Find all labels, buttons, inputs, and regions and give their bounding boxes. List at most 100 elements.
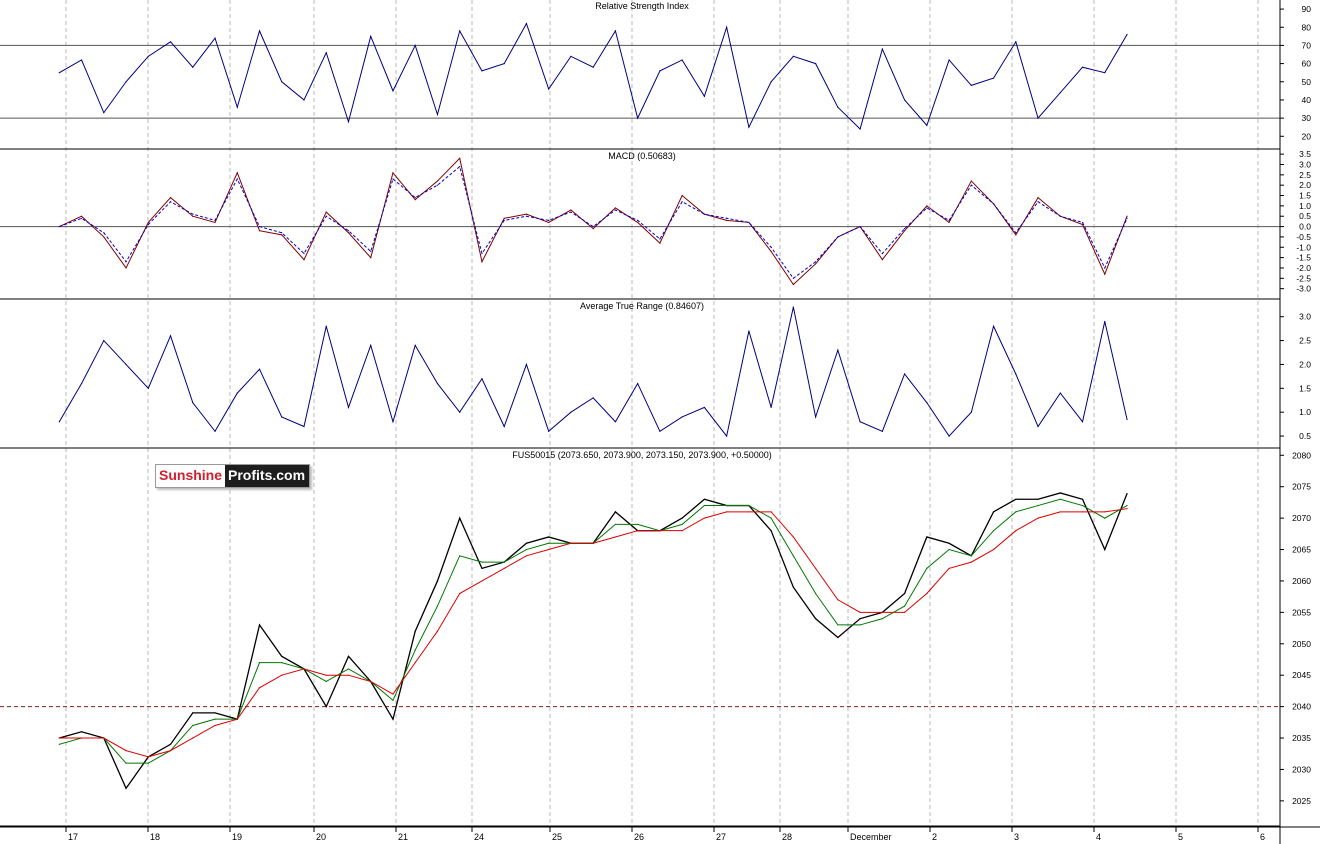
y-tick-label: 0.5 (1299, 211, 1311, 221)
data-point (815, 618, 817, 620)
data-point (703, 504, 705, 507)
data-point (726, 26, 728, 28)
data-point (903, 373, 906, 375)
data-point (125, 261, 127, 263)
data-point (169, 750, 172, 752)
data-point (258, 687, 261, 689)
data-point (258, 225, 261, 228)
data-point (325, 325, 327, 327)
x-tick-label: 4 (1096, 832, 1101, 842)
data-point (992, 548, 995, 551)
data-point (614, 207, 617, 209)
data-point (815, 263, 817, 265)
y-tick-label: 2075 (1292, 482, 1311, 492)
data-point (792, 55, 794, 57)
y-tick-label: -2.0 (1296, 263, 1311, 273)
data-point (815, 592, 817, 595)
data-point (681, 201, 683, 203)
data-point (681, 59, 683, 61)
data-point (770, 517, 772, 519)
data-point (614, 511, 617, 513)
data-point (1126, 215, 1128, 217)
data-point (970, 84, 972, 87)
data-point (1015, 41, 1017, 43)
data-point (281, 674, 283, 676)
data-point (214, 430, 216, 432)
data-point (370, 680, 372, 683)
data-point (325, 52, 327, 54)
data-point (903, 228, 906, 230)
data-point (258, 662, 261, 664)
data-point (325, 680, 327, 683)
data-point (659, 242, 661, 244)
data-point (147, 756, 149, 758)
data-point (548, 88, 550, 90)
data-point (926, 567, 928, 569)
data-point (103, 236, 105, 238)
data-point (436, 113, 439, 116)
data-point (570, 542, 572, 544)
y-tick-label: 2060 (1292, 576, 1311, 586)
x-tick-label: 2 (932, 832, 937, 842)
data-point (815, 416, 817, 418)
data-point (370, 257, 372, 259)
data-point (1104, 511, 1106, 513)
data-point (703, 406, 705, 409)
data-point (748, 330, 750, 332)
data-point (503, 561, 505, 563)
data-point (459, 411, 461, 413)
x-tick-label: 19 (232, 832, 242, 842)
data-point (392, 693, 394, 695)
data-point (570, 211, 572, 213)
data-point (792, 586, 794, 588)
data-point (347, 232, 350, 234)
x-tick-label: 5 (1178, 832, 1183, 842)
data-point (992, 203, 995, 205)
data-point (436, 382, 439, 385)
y-tick-label: -3.0 (1296, 284, 1311, 294)
data-point (726, 511, 728, 513)
data-point (748, 126, 750, 128)
data-point (948, 548, 950, 551)
logo-part2: Profits.com (225, 465, 310, 487)
data-point (1104, 320, 1106, 323)
y-tick-label: 70 (1302, 40, 1312, 50)
data-point (681, 416, 683, 418)
y-tick-label: 2035 (1292, 733, 1311, 743)
data-point (103, 737, 105, 739)
data-point (637, 530, 639, 532)
panel-title: Average True Range (0.84607) (580, 301, 704, 311)
data-point (303, 259, 305, 261)
data-point (926, 205, 928, 207)
data-point (1037, 201, 1039, 203)
data-point (281, 232, 283, 234)
data-point (147, 55, 149, 57)
data-point (881, 252, 883, 255)
data-point (236, 106, 238, 108)
data-point (1081, 421, 1084, 423)
data-point (1126, 493, 1128, 495)
y-tick-label: 2025 (1292, 796, 1311, 806)
data-point (192, 712, 194, 714)
data-point (992, 530, 995, 532)
x-tick-label: 6 (1260, 832, 1265, 842)
data-point (1081, 221, 1084, 224)
data-point (1081, 511, 1084, 513)
data-point (637, 523, 639, 526)
data-point (770, 246, 772, 248)
data-point (770, 530, 772, 532)
data-point (503, 217, 505, 219)
data-point (703, 213, 705, 215)
data-point (1015, 373, 1017, 375)
data-point (1081, 66, 1084, 68)
data-point (815, 567, 817, 569)
data-point (926, 207, 928, 209)
data-point (303, 252, 305, 255)
data-point (103, 112, 105, 114)
data-point (770, 250, 772, 253)
data-point (214, 221, 216, 224)
data-point (1081, 498, 1084, 500)
data-point (169, 335, 172, 337)
data-point (147, 762, 149, 764)
y-tick-label: 3.0 (1299, 312, 1311, 322)
